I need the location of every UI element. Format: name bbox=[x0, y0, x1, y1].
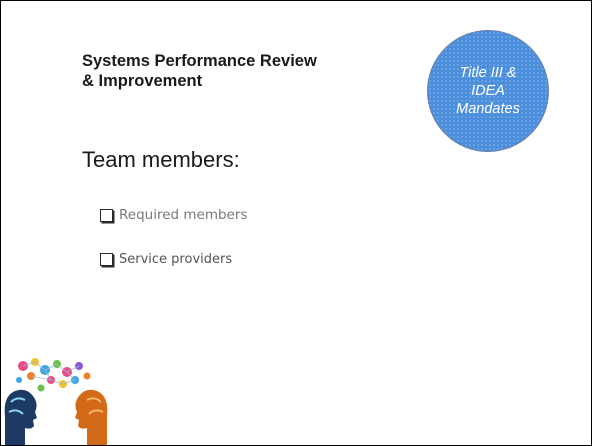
mandates-badge: Title III & IDEA Mandates bbox=[427, 30, 549, 152]
badge-line-1: Title III & bbox=[459, 65, 517, 81]
two-heads-brainstorm-icon bbox=[4, 358, 108, 445]
slide-title: Systems Performance Review & Improvement bbox=[82, 52, 317, 90]
checklist-item: Required members bbox=[100, 205, 247, 225]
checklist-item-label: Service providers bbox=[119, 251, 233, 267]
checkbox-icon bbox=[100, 208, 113, 222]
team-members-heading: Team members: bbox=[82, 147, 240, 172]
slide: Systems Performance Review & Improvement… bbox=[0, 0, 592, 446]
badge-line-3: Mandates bbox=[456, 101, 520, 117]
checklist-item: Service providers bbox=[100, 249, 247, 269]
team-members-checklist: Required members Service providers bbox=[100, 205, 247, 293]
badge-line-2: IDEA bbox=[471, 83, 505, 99]
checklist-item-label: Required members bbox=[119, 207, 248, 223]
checkbox-icon bbox=[100, 252, 113, 266]
